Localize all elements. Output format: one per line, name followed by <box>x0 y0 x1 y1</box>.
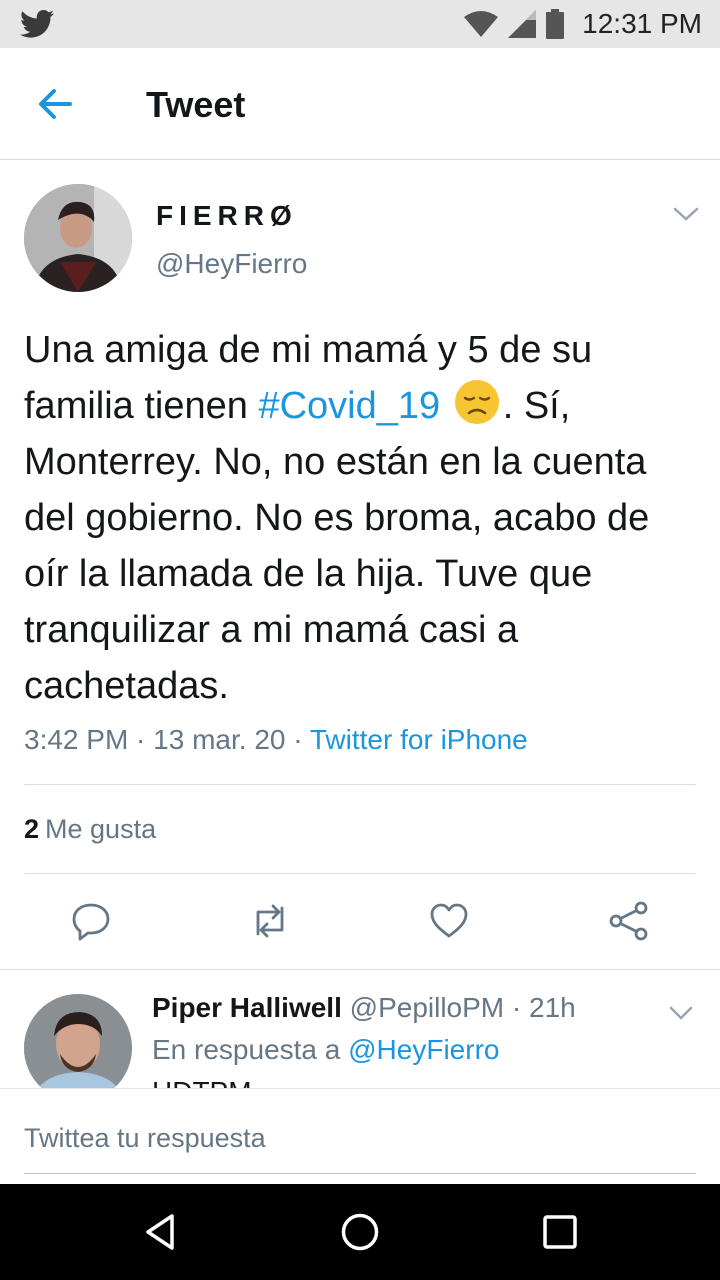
retweet-icon[interactable] <box>249 900 291 942</box>
likes-count: 2 <box>24 814 40 844</box>
reply-handle[interactable]: @PepilloPM <box>350 992 504 1023</box>
nav-back-icon[interactable] <box>140 1212 180 1252</box>
tweet-actions <box>0 900 720 960</box>
avatar[interactable] <box>24 994 132 1088</box>
tweet-source-link[interactable]: Twitter for iPhone <box>310 724 528 755</box>
disappointed-face-emoji <box>454 380 499 424</box>
nav-recents-icon[interactable] <box>540 1212 580 1252</box>
twitter-bird-icon <box>20 9 54 38</box>
reply-tweet[interactable]: Piper Halliwell @PepilloPM · 21h En resp… <box>0 970 720 1088</box>
tweet-date: 13 mar. 20 <box>153 724 286 755</box>
user-handle[interactable]: @HeyFierro <box>156 248 307 280</box>
likes-summary[interactable]: 2 Me gusta <box>24 814 156 845</box>
avatar[interactable] <box>24 184 132 292</box>
tweet-meta: 3:42 PM · 13 mar. 20 · Twitter for iPhon… <box>24 724 528 756</box>
app-header: Tweet <box>0 48 720 160</box>
avatar-image <box>24 994 132 1088</box>
tweet-text-part: . Sí, Monterrey. No, no están en la cuen… <box>24 385 650 707</box>
tweet-text: Una amiga de mi mamá y 5 de su familia t… <box>24 322 704 714</box>
input-underline <box>24 1173 696 1174</box>
meta-separator: · <box>285 724 310 755</box>
back-arrow-icon[interactable] <box>34 84 78 124</box>
status-icons: 12:31 PM <box>464 0 702 48</box>
nav-home-icon[interactable] <box>340 1212 380 1252</box>
reply-display-name[interactable]: Piper Halliwell <box>152 992 342 1023</box>
wifi-icon <box>464 11 499 37</box>
reply-header: Piper Halliwell @PepilloPM · 21h <box>152 992 576 1024</box>
tweet-detail-screen: 12:31 PM Tweet FIERRØ @HeyFierro Una ami… <box>0 0 720 1280</box>
reply-input[interactable]: Twittea tu respuesta <box>24 1123 696 1154</box>
status-bar: 12:31 PM <box>0 0 720 48</box>
chevron-down-icon[interactable] <box>668 1004 694 1022</box>
reply-icon[interactable] <box>70 900 112 942</box>
chevron-down-icon[interactable] <box>672 204 700 224</box>
clock: 12:31 PM <box>582 8 702 39</box>
tweet-time: 3:42 PM <box>24 724 129 755</box>
page-title: Tweet <box>146 84 246 125</box>
reply-text: HDTPM <box>152 1076 252 1088</box>
reply-time: 21h <box>529 992 576 1023</box>
signal-icon <box>508 10 537 38</box>
divider <box>24 784 696 785</box>
hashtag-link[interactable]: #Covid_19 <box>258 385 440 427</box>
share-icon[interactable] <box>608 900 650 942</box>
likes-label: Me gusta <box>45 814 157 844</box>
meta-separator: · <box>128 724 154 755</box>
in-reply-prefix: En respuesta a <box>152 1034 349 1065</box>
avatar-image <box>24 184 132 292</box>
reply-compose-bar: Twittea tu respuesta <box>0 1088 720 1184</box>
mention-link[interactable]: @HeyFierro <box>348 1034 499 1065</box>
reply-dot: · <box>504 992 530 1023</box>
battery-icon <box>546 9 565 39</box>
display-name[interactable]: FIERRØ <box>156 200 298 232</box>
like-icon[interactable] <box>428 900 470 942</box>
navigation-bar <box>0 1184 720 1280</box>
in-reply-to: En respuesta a @HeyFierro <box>152 1034 499 1066</box>
divider <box>24 873 696 874</box>
